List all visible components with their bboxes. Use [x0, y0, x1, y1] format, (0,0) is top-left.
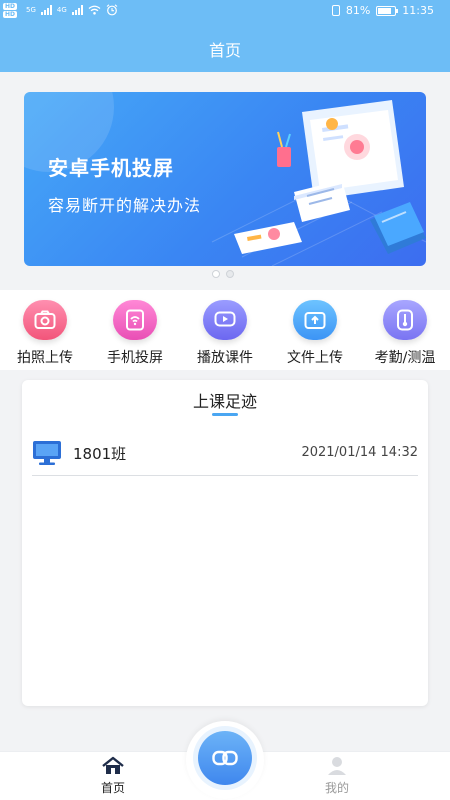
hd-badge: HD: [3, 11, 18, 18]
tab-label: 我的: [324, 781, 349, 795]
screen-cast-illustration: [211, 100, 426, 266]
tab-label: 首页: [100, 781, 125, 795]
feature-label: 播放课件: [197, 350, 253, 366]
class-footprints-card: 上课足迹 1801班 2021/01/14 14:32: [22, 380, 428, 706]
feature-phone-cast[interactable]: 手机投屏: [90, 290, 180, 370]
section-title-underline: [212, 413, 238, 416]
hd-badge: HD: [3, 3, 18, 10]
play-video-icon: [203, 300, 247, 340]
battery-percent: 81%: [345, 4, 371, 17]
banner-title: 安卓手机投屏: [48, 156, 174, 180]
home-icon: [102, 756, 124, 774]
connect-button[interactable]: [198, 731, 252, 785]
feature-attendance-temperature[interactable]: 考勤/测温: [360, 290, 450, 370]
network-type: 4G: [56, 6, 67, 14]
feature-label: 文件上传: [287, 350, 343, 366]
status-bar: HD HD 5G 4G 81% 11:35: [0, 0, 450, 24]
network-type: 5G: [26, 6, 36, 14]
banner-area: 安卓手机投屏 容易断开的解决办法: [0, 72, 450, 290]
feature-photo-upload[interactable]: 拍照上传: [0, 290, 90, 370]
carousel-dot[interactable]: [212, 270, 220, 278]
signal-group: 5G 4G: [26, 4, 118, 16]
tab-me[interactable]: 我的: [307, 756, 367, 796]
clock: 11:35: [402, 4, 434, 17]
app-header: HD HD 5G 4G 81% 11:35 首页: [0, 0, 450, 72]
phone-cast-icon: [113, 300, 157, 340]
feature-file-upload[interactable]: 文件上传: [270, 290, 360, 370]
feature-label: 考勤/测温: [374, 350, 436, 366]
upload-icon: [293, 300, 337, 340]
page-title: 首页: [208, 41, 241, 60]
list-item[interactable]: 1801班 2021/01/14 14:32: [32, 436, 418, 476]
feature-label: 拍照上传: [17, 350, 73, 366]
status-right: 81% 11:35: [331, 4, 434, 17]
user-icon: [328, 757, 346, 775]
link-icon: [212, 750, 238, 766]
monitor-icon: [33, 441, 61, 465]
carousel-dot-active[interactable]: [226, 270, 234, 278]
signal-icon: [40, 5, 52, 15]
class-name: 1801班: [73, 445, 127, 463]
banner-subtitle: 容易断开的解决办法: [48, 196, 202, 215]
banner-carousel[interactable]: 安卓手机投屏 容易断开的解决办法: [24, 92, 426, 266]
alarm-icon: [106, 4, 118, 16]
wifi-icon: [88, 5, 101, 15]
signal-icon: [71, 5, 83, 15]
feature-shortcuts: 拍照上传 手机投屏 播放课件 文件上传 考勤/测温: [0, 290, 450, 370]
tab-home[interactable]: 首页: [83, 756, 143, 796]
section-title: 上课足迹: [192, 392, 257, 411]
carousel-indicator: [212, 270, 234, 278]
camera-icon: [23, 300, 67, 340]
record-time: 2021/01/14 14:32: [301, 445, 418, 460]
feature-label: 手机投屏: [107, 350, 163, 366]
thermometer-icon: [383, 300, 427, 340]
battery-icon: [376, 5, 399, 16]
feature-play-courseware[interactable]: 播放课件: [180, 290, 270, 370]
hd-badges: HD HD: [3, 3, 18, 18]
vibrate-icon: [331, 5, 340, 16]
